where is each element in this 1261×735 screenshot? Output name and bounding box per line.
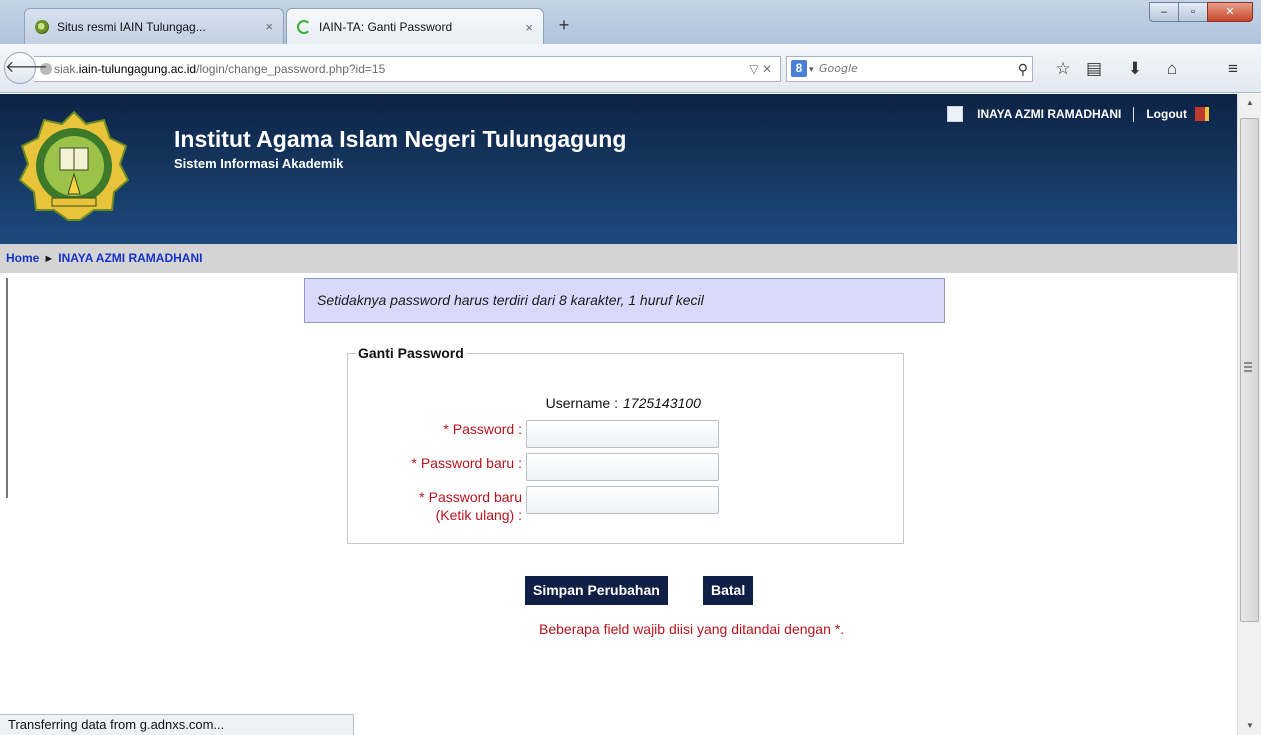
required-fields-note: Beberapa field wajib diisi yang ditandai…: [539, 621, 844, 637]
username-label: Username :: [545, 395, 618, 411]
password-input[interactable]: [526, 420, 719, 448]
minimize-button[interactable]: –: [1149, 2, 1179, 22]
url-dropdown-stop-controls[interactable]: ▽ ✕: [749, 57, 772, 81]
browser-titlebar: Situs resmi IAIN Tulungag... × IAIN-TA: …: [0, 0, 1261, 45]
password-label: * Password :: [348, 421, 522, 437]
required-star: *: [443, 421, 449, 437]
search-placeholder: Google: [819, 62, 858, 75]
required-star: *: [419, 489, 425, 505]
content-border: [6, 278, 8, 498]
search-icon[interactable]: ⚲: [1018, 57, 1028, 81]
tab-title: IAIN-TA: Ganti Password: [319, 20, 453, 34]
site-favicon-icon: [35, 19, 49, 34]
breadcrumb: Home ► INAYA AZMI RAMADHANI: [0, 244, 1237, 273]
tab-close-icon[interactable]: ×: [265, 19, 273, 34]
password-requirement-notice: Setidaknya password harus terdiri dari 8…: [304, 278, 945, 323]
tab-ganti-password[interactable]: IAIN-TA: Ganti Password ×: [286, 8, 544, 45]
breadcrumb-current-link[interactable]: INAYA AZMI RAMADHANI: [58, 251, 202, 265]
user-name[interactable]: INAYA AZMI RAMADHANI: [977, 107, 1121, 121]
user-area: INAYA AZMI RAMADHANI Logout: [947, 106, 1205, 122]
tab-iain-site[interactable]: Situs resmi IAIN Tulungag... ×: [24, 8, 284, 44]
close-window-button[interactable]: ✕: [1207, 2, 1253, 22]
downloads-icon[interactable]: ⬇: [1124, 58, 1146, 80]
required-note-star: *.: [834, 621, 845, 637]
breadcrumb-home-link[interactable]: Home: [6, 251, 39, 265]
retype-password-input[interactable]: [526, 486, 719, 514]
back-arrow-icon: 🡐: [5, 59, 48, 76]
retype-label-line2: (Ketik ulang) :: [435, 507, 522, 523]
back-button[interactable]: 🡐: [4, 52, 48, 84]
scroll-down-arrow-icon[interactable]: ▼: [1238, 717, 1261, 735]
scrollbar-grip-icon: [1244, 362, 1252, 372]
maximize-button[interactable]: ▫: [1178, 2, 1208, 22]
bookmark-star-icon[interactable]: ☆: [1052, 58, 1074, 80]
engine-dropdown-icon[interactable]: ▾: [809, 57, 814, 81]
scroll-up-arrow-icon[interactable]: ▲: [1238, 94, 1261, 112]
new-tab-button[interactable]: +: [553, 14, 575, 36]
site-header: Institut Agama Islam Negeri Tulungagung …: [0, 94, 1237, 244]
site-title: Institut Agama Islam Negeri Tulungagung: [174, 126, 627, 152]
save-changes-button[interactable]: Simpan Perubahan: [525, 576, 668, 605]
address-bar[interactable]: siak.iain-tulungagung.ac.id/login/change…: [34, 56, 781, 82]
search-bar[interactable]: 8 ▾ Google ⚲: [786, 56, 1033, 82]
change-password-fieldset: Ganti Password Username : 1725143100 * Pa…: [347, 345, 904, 544]
url-host: iain-tulungagung.ac.id: [78, 62, 197, 76]
navigation-toolbar: siak.iain-tulungagung.ac.id/login/change…: [0, 44, 1261, 93]
new-password-input[interactable]: [526, 453, 719, 481]
url-path: /login/change_password.php?id=15: [196, 62, 386, 76]
logout-link[interactable]: Logout: [1146, 107, 1187, 121]
tab-close-icon[interactable]: ×: [525, 20, 533, 35]
new-password-label: * Password baru :: [348, 455, 522, 471]
retype-password-label: * Password baru (Ketik ulang) :: [348, 488, 522, 524]
breadcrumb-arrow-icon: ►: [43, 253, 55, 265]
menu-icon[interactable]: ≡: [1222, 58, 1244, 80]
retype-label-line1: Password baru: [428, 489, 522, 505]
window-controls: – ▫ ✕: [1149, 2, 1253, 22]
vertical-scrollbar[interactable]: ▲ ▼: [1237, 94, 1261, 735]
user-avatar-icon: [947, 106, 964, 122]
loading-spinner-icon: [297, 20, 311, 34]
cancel-button[interactable]: Batal: [703, 576, 754, 605]
username-value: 1725143100: [623, 395, 701, 411]
new-password-label-text: Password baru :: [420, 455, 522, 471]
site-subtitle: Sistem Informasi Akademik: [174, 156, 344, 171]
fieldset-legend: Ganti Password: [358, 345, 464, 361]
bookmarks-menu-icon[interactable]: ▤: [1083, 58, 1105, 80]
iain-logo: [18, 110, 130, 221]
home-icon[interactable]: ⌂: [1161, 58, 1183, 80]
url-prefix: siak.: [54, 62, 79, 76]
google-engine-icon[interactable]: 8: [791, 60, 807, 77]
tab-title: Situs resmi IAIN Tulungag...: [57, 19, 206, 34]
status-bar: Transferring data from g.adnxs.com...: [0, 714, 354, 735]
page-viewport: Institut Agama Islam Negeri Tulungagung …: [0, 94, 1237, 735]
logout-icon[interactable]: [1195, 107, 1205, 121]
required-star: *: [411, 455, 417, 471]
separator: [1133, 106, 1135, 122]
password-label-text: Password :: [452, 421, 522, 437]
required-note-text: Beberapa field wajib diisi yang ditandai…: [539, 621, 831, 637]
